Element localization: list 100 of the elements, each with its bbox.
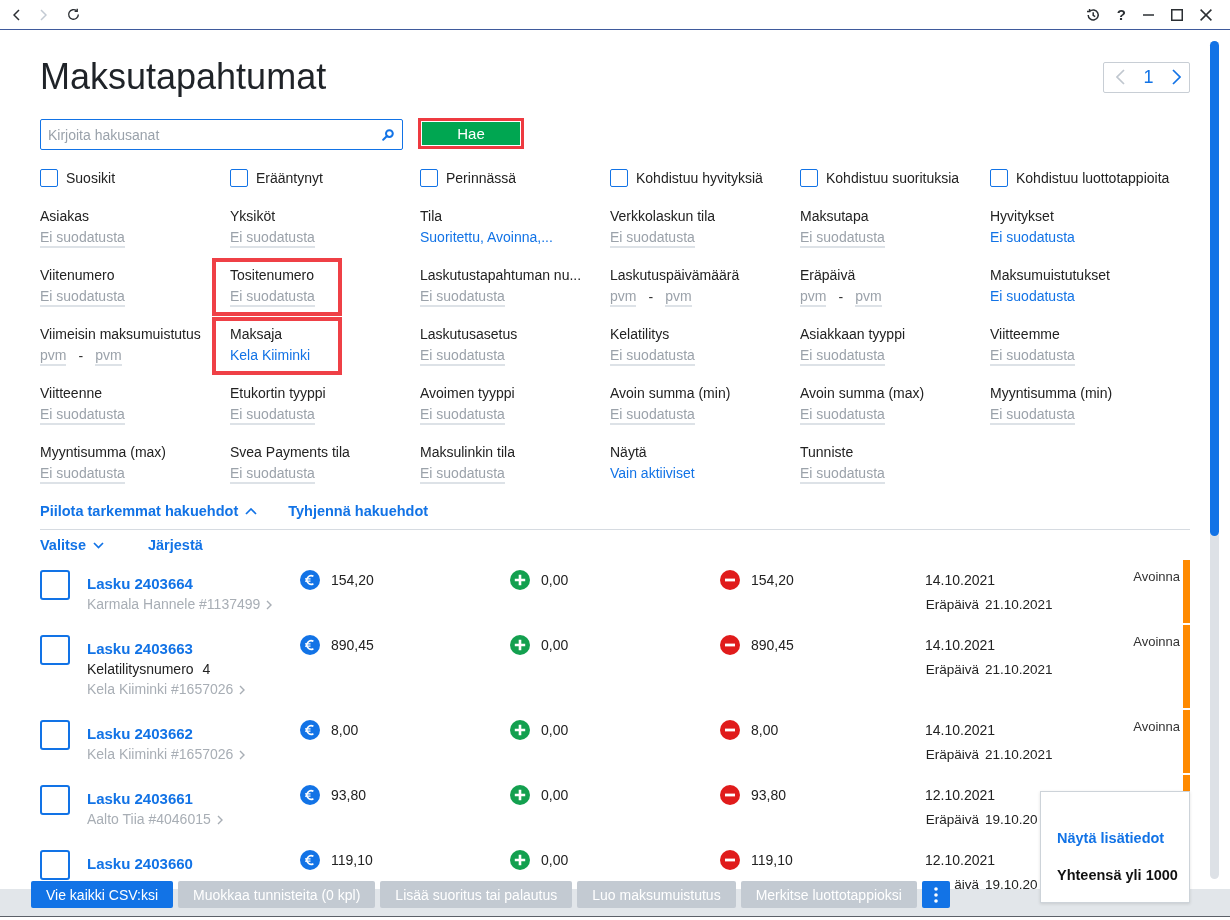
filter-value[interactable]: Ei suodatusta — [990, 405, 1075, 425]
checkbox[interactable] — [610, 169, 628, 187]
search-field[interactable]: Kirjoita hakusanat — [40, 119, 403, 150]
filter-value[interactable]: Ei suodatusta — [40, 405, 125, 425]
checkbox[interactable] — [230, 169, 248, 187]
invoice-link[interactable]: Lasku 2403663 — [87, 638, 193, 659]
filter-value[interactable]: Ei suodatusta — [610, 346, 695, 366]
filter-value[interactable]: Ei suodatusta — [420, 405, 505, 425]
filter-value[interactable]: Ei suodatusta — [230, 228, 315, 248]
row-checkbox[interactable] — [40, 785, 70, 815]
filter-value[interactable]: Ei suodatusta — [420, 287, 505, 307]
back-icon[interactable] — [13, 8, 20, 21]
date-field[interactable]: pvm — [800, 287, 827, 307]
maximize-icon[interactable] — [1171, 8, 1183, 21]
filter-label: Maksulinkin tila — [420, 443, 515, 462]
filter-value[interactable]: Ei suodatusta — [610, 405, 695, 425]
action-button[interactable]: Vie kaikki CSV:ksi — [31, 881, 174, 908]
date-field[interactable]: pvm — [95, 346, 122, 366]
euro-icon — [300, 850, 320, 870]
search-button[interactable]: Hae — [422, 122, 520, 145]
minimize-icon[interactable] — [1143, 13, 1154, 16]
filter-value[interactable]: Ei suodatusta — [40, 287, 125, 307]
checkbox-label: Kohdistuu suorituksia — [826, 169, 960, 187]
scrollbar-thumb[interactable] — [1210, 41, 1219, 536]
history-icon[interactable] — [1085, 7, 1100, 22]
filter-label: Tositenumero — [230, 266, 315, 285]
filter-label: Maksaja — [230, 325, 283, 344]
row-checkbox[interactable] — [40, 635, 70, 665]
filter-value[interactable]: Vain aktiiviset — [610, 464, 695, 484]
filter-label: Avoin summa (min) — [610, 384, 731, 403]
filter-value[interactable]: Ei suodatusta — [610, 228, 695, 248]
chevron-down-icon — [92, 541, 104, 549]
filter-value[interactable]: Ei suodatusta — [230, 464, 315, 484]
customer-link[interactable]: Aalto Tiia #4046015 — [87, 809, 223, 830]
filter-label: Svea Payments tila — [230, 443, 350, 462]
filter-value[interactable]: Ei suodatusta — [990, 346, 1075, 366]
filter-value[interactable]: Ei suodatusta — [40, 464, 125, 484]
filter-value[interactable]: Ei suodatusta — [420, 464, 505, 484]
filter-value[interactable]: Kela Kiiminki — [230, 346, 311, 366]
filter-value[interactable]: Ei suodatusta — [800, 228, 885, 248]
due-label: Eräpäivä — [925, 596, 979, 612]
filter-label: Näytä — [610, 443, 647, 462]
details-link[interactable]: Näytä lisätiedot — [1057, 828, 1165, 848]
invoice-date: 14.10.2021 — [925, 637, 996, 653]
checkbox[interactable] — [40, 169, 58, 187]
filter-value[interactable]: Ei suodatusta — [420, 346, 505, 366]
clear-link[interactable]: Tyhjennä hakuehdot — [288, 501, 429, 521]
filter-value[interactable]: Ei suodatusta — [230, 405, 315, 425]
checkbox-label: Suosikit — [66, 169, 116, 187]
chevron-right-icon — [239, 749, 246, 760]
row-checkbox[interactable] — [40, 570, 70, 600]
filter-value[interactable]: Ei suodatusta — [800, 464, 885, 484]
help-button[interactable]: ? — [1116, 6, 1126, 23]
invoice-link[interactable]: Lasku 2403664 — [87, 573, 193, 594]
date-field[interactable]: pvm — [665, 287, 692, 307]
scrollbar-track[interactable] — [1210, 41, 1219, 879]
filter-value[interactable]: Ei suodatusta — [800, 405, 885, 425]
status-label: Avoinna — [1133, 569, 1180, 584]
paid-amount: 0,00 — [541, 637, 569, 653]
refresh-icon[interactable] — [67, 8, 80, 21]
row-checkbox[interactable] — [40, 720, 70, 750]
filter-label: Yksiköt — [230, 207, 276, 226]
customer-link[interactable]: Kela Kiiminki #1657026 — [87, 679, 246, 700]
status-label: Avoinna — [1133, 719, 1180, 734]
invoice-link[interactable]: Lasku 2403662 — [87, 723, 193, 744]
minus-circle-icon — [720, 850, 740, 870]
date-field[interactable]: pvm — [855, 287, 882, 307]
select-dropdown[interactable]: Valitse — [40, 535, 104, 555]
date-field[interactable]: pvm — [610, 287, 637, 307]
invoice-link[interactable]: Lasku 2403660 — [87, 853, 193, 874]
checkbox[interactable] — [420, 169, 438, 187]
filter-label: Verkkolaskun tila — [610, 207, 716, 226]
search-icon[interactable] — [382, 129, 394, 141]
filter-value[interactable]: Ei suodatusta — [990, 228, 1075, 248]
filter-value[interactable]: Ei suodatusta — [800, 346, 885, 366]
invoice-date: 12.10.2021 — [925, 787, 996, 803]
sort-link[interactable]: Järjestä — [147, 535, 203, 555]
close-icon[interactable] — [1200, 8, 1212, 21]
filter-value[interactable]: Ei suodatusta — [40, 228, 125, 248]
extra-value: 4 — [202, 660, 211, 679]
filter-label: Tila — [420, 207, 443, 226]
filter-value[interactable]: Ei suodatusta — [230, 287, 315, 307]
filter-value[interactable]: Ei suodatusta — [990, 287, 1075, 307]
invoice-date: 14.10.2021 — [925, 722, 996, 738]
customer-link[interactable]: Karmala Hannele #1137499 — [87, 594, 273, 615]
checkbox[interactable] — [990, 169, 1008, 187]
checkbox[interactable] — [800, 169, 818, 187]
more-button[interactable] — [921, 881, 950, 908]
collapse-link[interactable]: Piilota tarkemmat hakuehdot — [40, 501, 258, 521]
euro-icon — [300, 570, 320, 590]
filter-value[interactable]: Suoritettu, Avoinna,... — [420, 228, 553, 248]
date-field[interactable]: pvm — [40, 346, 67, 366]
checkbox-label: Kohdistuu luottotappioita — [1016, 169, 1170, 187]
customer-link[interactable]: Kela Kiiminki #1657026 — [87, 744, 246, 765]
page-number[interactable]: 1 — [1143, 67, 1154, 87]
filter-label: Viitteenne — [40, 384, 102, 403]
chevron-right-icon — [216, 814, 223, 825]
filter-label: Asiakkaan tyyppi — [800, 325, 906, 344]
invoice-link[interactable]: Lasku 2403661 — [87, 788, 193, 809]
chevron-right-icon[interactable] — [1172, 69, 1181, 85]
